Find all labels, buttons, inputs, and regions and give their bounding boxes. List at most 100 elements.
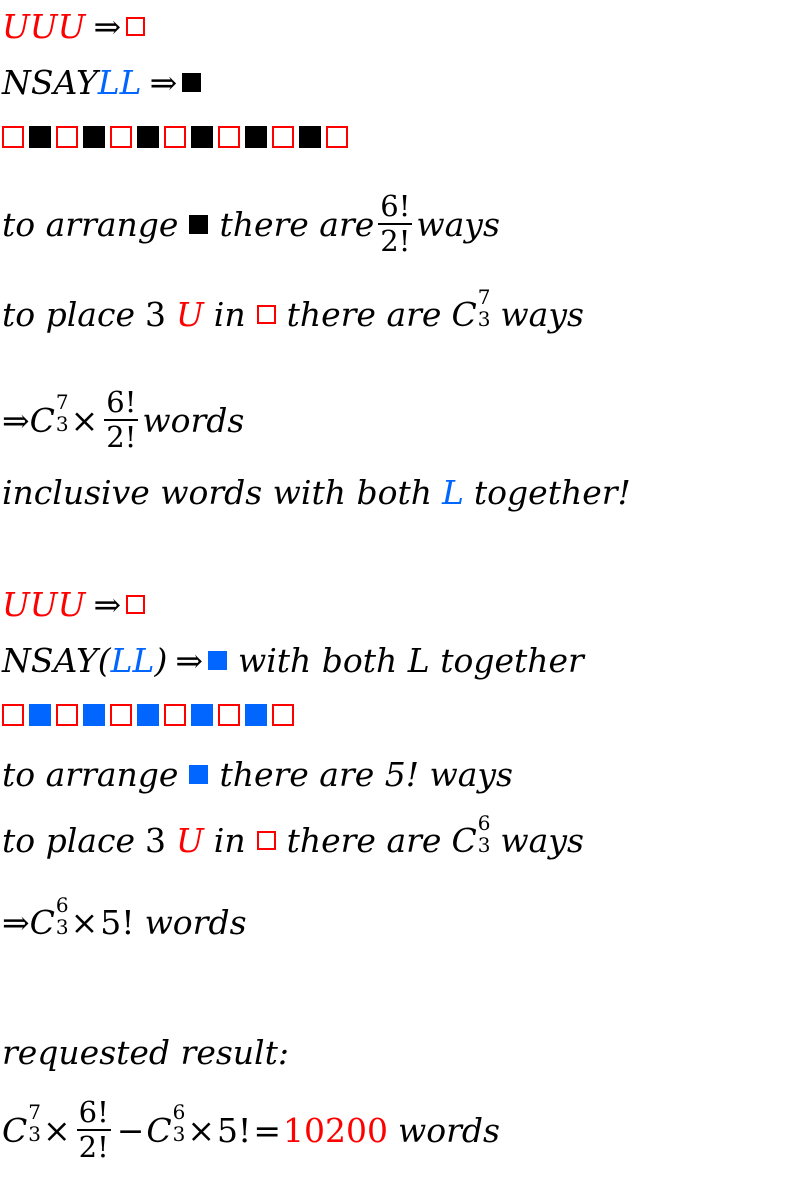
- in-word: in: [213, 821, 246, 860]
- uuu-letters: UUU: [2, 7, 86, 46]
- nsayll-grouped-definition: NSAY( LL ) ⇒ with both L together: [2, 644, 584, 677]
- arrange-middle: there are: [219, 204, 375, 244]
- implies-arrow: ⇒: [149, 63, 178, 102]
- comb-n: 6: [477, 810, 491, 835]
- empty-square-icon: [56, 704, 78, 726]
- empty-square-icon: [218, 126, 240, 148]
- implies-arrow: ⇒: [93, 585, 122, 624]
- blue-square-icon: [191, 704, 213, 726]
- total-statement-2: ⇒ C 63 × 5! words: [2, 895, 247, 942]
- empty-square-icon: [256, 305, 276, 324]
- equals-sign: =: [253, 1110, 281, 1150]
- note-prefix: inclusive words with both: [2, 473, 432, 512]
- fraction-denominator: 2!: [78, 1130, 109, 1164]
- comb-symbol: C: [451, 295, 477, 334]
- l-letter: L: [442, 473, 464, 512]
- implies-arrow: ⇒: [93, 7, 122, 46]
- implies-arrow: ⇒: [175, 641, 203, 680]
- black-square-icon: [189, 214, 209, 234]
- result-label-text: requested result:: [2, 1033, 289, 1072]
- blue-square-icon: [208, 651, 227, 670]
- black-square-icon: [245, 126, 267, 148]
- times-sign: ×: [70, 400, 99, 440]
- comb-k: 3: [55, 914, 69, 939]
- arrange-middle: there are 5! ways: [219, 755, 513, 794]
- empty-square-icon: [272, 704, 294, 726]
- empty-square-icon: [256, 831, 276, 850]
- combination: C 63: [29, 895, 69, 942]
- combination: C 73: [29, 392, 69, 440]
- ll-letters: LL: [110, 641, 155, 680]
- times-sign: ×: [187, 1110, 216, 1150]
- fraction: 6! 2!: [76, 1095, 111, 1164]
- nsay-letters: NSAY: [2, 63, 98, 102]
- empty-square-icon: [56, 126, 78, 148]
- black-square-icon: [29, 126, 51, 148]
- u-letter: U: [175, 295, 204, 334]
- black-square-icon: [137, 126, 159, 148]
- place-prefix: to place: [2, 295, 135, 334]
- implies-arrow: ⇒: [2, 400, 30, 440]
- total-suffix: words: [144, 903, 247, 942]
- slot-pattern: [2, 126, 353, 148]
- inclusive-note: inclusive words with both L together!: [2, 476, 631, 509]
- comb-n: 6: [55, 892, 69, 917]
- fraction-denominator: 2!: [380, 224, 411, 258]
- comb-n: 6: [172, 1100, 186, 1124]
- uuu-definition-2: UUU ⇒: [2, 588, 146, 621]
- blue-square-icon: [245, 704, 267, 726]
- total-statement: ⇒ C 73 × 6! 2! words: [2, 388, 244, 452]
- times-sign: ×: [42, 1110, 71, 1150]
- empty-square-icon: [2, 704, 24, 726]
- empty-square-icon: [126, 595, 146, 614]
- combination: C 63: [146, 1102, 186, 1150]
- fraction: 6! 2!: [378, 192, 413, 258]
- ll-letters: LL: [97, 63, 142, 102]
- fraction-numerator: 6!: [104, 385, 139, 421]
- fraction: 6! 2!: [104, 385, 139, 454]
- comb-n: 7: [55, 390, 69, 414]
- empty-square-icon: [326, 126, 348, 148]
- combination: C 73: [2, 1102, 41, 1150]
- empty-square-icon: [272, 126, 294, 148]
- comb-symbol: C: [29, 400, 55, 440]
- arrange-statement: to arrange there are 6! 2! ways: [2, 192, 500, 256]
- place-statement: to place 3 U in there are C 73 ways: [2, 287, 584, 334]
- close-paren: ): [154, 641, 168, 680]
- place-statement-2: to place 3 U in there are C 63 ways: [2, 813, 584, 860]
- empty-square-icon: [110, 704, 132, 726]
- empty-square-icon: [2, 126, 24, 148]
- fraction-numerator: 6!: [76, 1095, 111, 1131]
- comb-k: 3: [172, 1122, 186, 1146]
- comb-k: 3: [477, 306, 491, 331]
- blue-square-icon: [83, 704, 105, 726]
- black-square-icon: [182, 73, 202, 92]
- comb-symbol: C: [2, 1110, 28, 1150]
- count: 3: [144, 295, 166, 334]
- empty-square-icon: [218, 704, 240, 726]
- factorial: 5!: [100, 903, 135, 942]
- blue-square-icon: [137, 704, 159, 726]
- result-value: 10200: [282, 1110, 388, 1150]
- fraction-denominator: 2!: [106, 420, 137, 454]
- black-square-icon: [191, 126, 213, 148]
- comb-symbol: C: [146, 1110, 172, 1150]
- comb-k: 3: [28, 1122, 41, 1146]
- comb-n: 7: [28, 1100, 41, 1124]
- result-suffix: words: [397, 1110, 500, 1150]
- comb-symbol: C: [29, 903, 55, 942]
- comb-k: 3: [55, 412, 69, 436]
- together-suffix: with both L together: [238, 641, 584, 680]
- place-suffix: ways: [500, 295, 584, 334]
- arrange-prefix: to arrange: [2, 204, 179, 244]
- empty-square-icon: [110, 126, 132, 148]
- nsay-letters: NSAY(: [2, 641, 111, 680]
- arrange-statement-2: to arrange there are 5! ways: [2, 758, 513, 791]
- place-middle: there are: [286, 821, 442, 860]
- uuu-letters: UUU: [2, 585, 86, 624]
- blue-square-icon: [29, 704, 51, 726]
- comb-n: 7: [477, 284, 491, 309]
- empty-square-icon: [164, 126, 186, 148]
- comb-symbol: C: [451, 821, 477, 860]
- slot-pattern-2: [2, 704, 299, 726]
